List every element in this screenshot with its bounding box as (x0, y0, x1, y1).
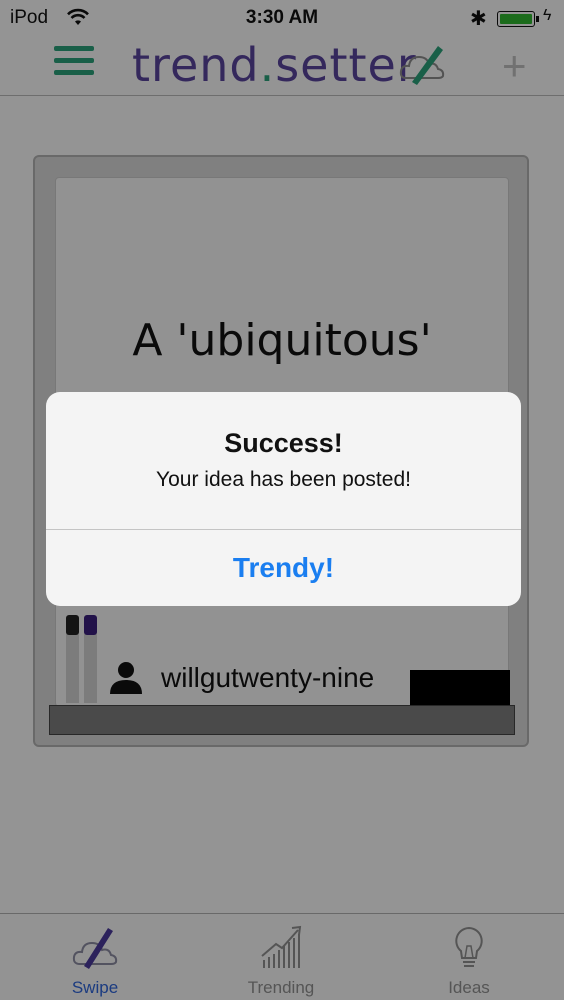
trendy-button[interactable]: Trendy! (46, 530, 521, 606)
alert-message: Your idea has been posted! (156, 468, 411, 491)
success-alert: Success! Your idea has been posted! Tren… (46, 392, 521, 606)
alert-title: Success! (224, 428, 343, 458)
